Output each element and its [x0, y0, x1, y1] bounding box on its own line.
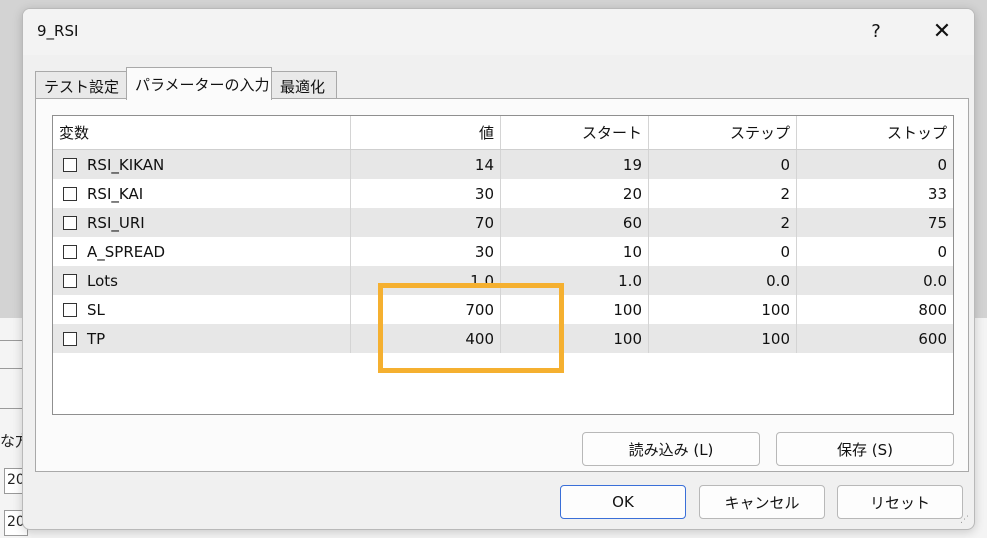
- reset-button[interactable]: リセット: [837, 485, 963, 519]
- start-cell[interactable]: 1.0: [501, 266, 649, 295]
- variable-cell: RSI_URI: [53, 208, 351, 237]
- start-cell[interactable]: 100: [501, 324, 649, 353]
- dialog-titlebar: 9_RSI ? ✕: [23, 9, 974, 55]
- variable-name: Lots: [87, 271, 118, 290]
- help-icon[interactable]: ?: [861, 17, 891, 47]
- dialog-title: 9_RSI: [37, 22, 79, 40]
- value-cell[interactable]: 14: [351, 150, 501, 179]
- stop-cell[interactable]: 0.0: [797, 266, 953, 295]
- optimize-checkbox[interactable]: [63, 244, 77, 259]
- optimize-checkbox[interactable]: [63, 302, 77, 317]
- stop-cell[interactable]: 0: [797, 150, 953, 179]
- table-row[interactable]: A_SPREAD 30 10 0 0: [53, 237, 953, 266]
- variable-name: RSI_URI: [87, 213, 145, 232]
- start-cell[interactable]: 100: [501, 295, 649, 324]
- value-cell[interactable]: 30: [351, 179, 501, 208]
- step-cell[interactable]: 100: [649, 295, 797, 324]
- table-row[interactable]: RSI_KIKAN 14 19 0 0: [53, 150, 953, 179]
- value-cell[interactable]: 400: [351, 324, 501, 353]
- value-cell[interactable]: 70: [351, 208, 501, 237]
- table-row[interactable]: TP 400 100 100 600: [53, 324, 953, 353]
- step-cell[interactable]: 0: [649, 237, 797, 266]
- step-cell[interactable]: 100: [649, 324, 797, 353]
- table-row[interactable]: SL 700 100 100 800: [53, 295, 953, 324]
- variable-name: TP: [87, 329, 106, 348]
- optimize-checkbox[interactable]: [63, 273, 77, 288]
- start-cell[interactable]: 10: [501, 237, 649, 266]
- ok-button[interactable]: OK: [560, 485, 686, 519]
- start-cell[interactable]: 20: [501, 179, 649, 208]
- variable-cell: SL: [53, 295, 351, 324]
- variable-cell: A_SPREAD: [53, 237, 351, 266]
- variable-cell: Lots: [53, 266, 351, 295]
- parameter-grid: 変数 値 スタート ステップ ストップ RSI_KIKAN 14 19 0 0 …: [52, 115, 954, 415]
- table-row[interactable]: Lots 1.0 1.0 0.0 0.0: [53, 266, 953, 295]
- optimize-checkbox[interactable]: [63, 331, 77, 346]
- stop-cell[interactable]: 0: [797, 237, 953, 266]
- variable-cell: RSI_KAI: [53, 179, 351, 208]
- parameter-panel: 変数 値 スタート ステップ ストップ RSI_KIKAN 14 19 0 0 …: [35, 98, 969, 472]
- variable-name: A_SPREAD: [87, 242, 166, 261]
- stop-cell[interactable]: 33: [797, 179, 953, 208]
- start-cell[interactable]: 19: [501, 150, 649, 179]
- step-cell[interactable]: 2: [649, 208, 797, 237]
- variable-cell: RSI_KIKAN: [53, 150, 351, 179]
- save-button[interactable]: 保存 (S): [776, 432, 954, 466]
- column-header-value[interactable]: 値: [351, 116, 501, 149]
- value-cell[interactable]: 30: [351, 237, 501, 266]
- value-cell[interactable]: 700: [351, 295, 501, 324]
- column-header-stop[interactable]: ストップ: [797, 116, 953, 149]
- step-cell[interactable]: 2: [649, 179, 797, 208]
- variable-name: RSI_KIKAN: [87, 155, 165, 174]
- variable-name: RSI_KAI: [87, 184, 144, 203]
- column-header-start[interactable]: スタート: [501, 116, 649, 149]
- tab-parameter-input[interactable]: パラメーターの入力: [126, 67, 272, 100]
- grid-header-row: 変数 値 スタート ステップ ストップ: [53, 116, 953, 150]
- expert-properties-dialog: 9_RSI ? ✕ テスト設定 パラメーターの入力 最適化 変数 値 スタート …: [22, 8, 975, 530]
- table-row[interactable]: RSI_URI 70 60 2 75: [53, 208, 953, 237]
- stop-cell[interactable]: 600: [797, 324, 953, 353]
- step-cell[interactable]: 0.0: [649, 266, 797, 295]
- table-row[interactable]: RSI_KAI 30 20 2 33: [53, 179, 953, 208]
- optimize-checkbox[interactable]: [63, 215, 77, 230]
- optimize-checkbox[interactable]: [63, 186, 77, 201]
- variable-cell: TP: [53, 324, 351, 353]
- tab-optimization[interactable]: 最適化: [271, 71, 337, 99]
- start-cell[interactable]: 60: [501, 208, 649, 237]
- close-icon[interactable]: ✕: [925, 17, 959, 47]
- step-cell[interactable]: 0: [649, 150, 797, 179]
- load-button[interactable]: 読み込み (L): [582, 432, 760, 466]
- column-header-step[interactable]: ステップ: [649, 116, 797, 149]
- resize-grip-icon[interactable]: ⋰: [960, 515, 970, 525]
- tab-test-settings[interactable]: テスト設定: [35, 71, 127, 99]
- stop-cell[interactable]: 800: [797, 295, 953, 324]
- stop-cell[interactable]: 75: [797, 208, 953, 237]
- variable-name: SL: [87, 300, 105, 319]
- optimize-checkbox[interactable]: [63, 157, 77, 172]
- value-cell[interactable]: 1.0: [351, 266, 501, 295]
- cancel-button[interactable]: キャンセル: [699, 485, 825, 519]
- column-header-variable[interactable]: 変数: [53, 116, 351, 149]
